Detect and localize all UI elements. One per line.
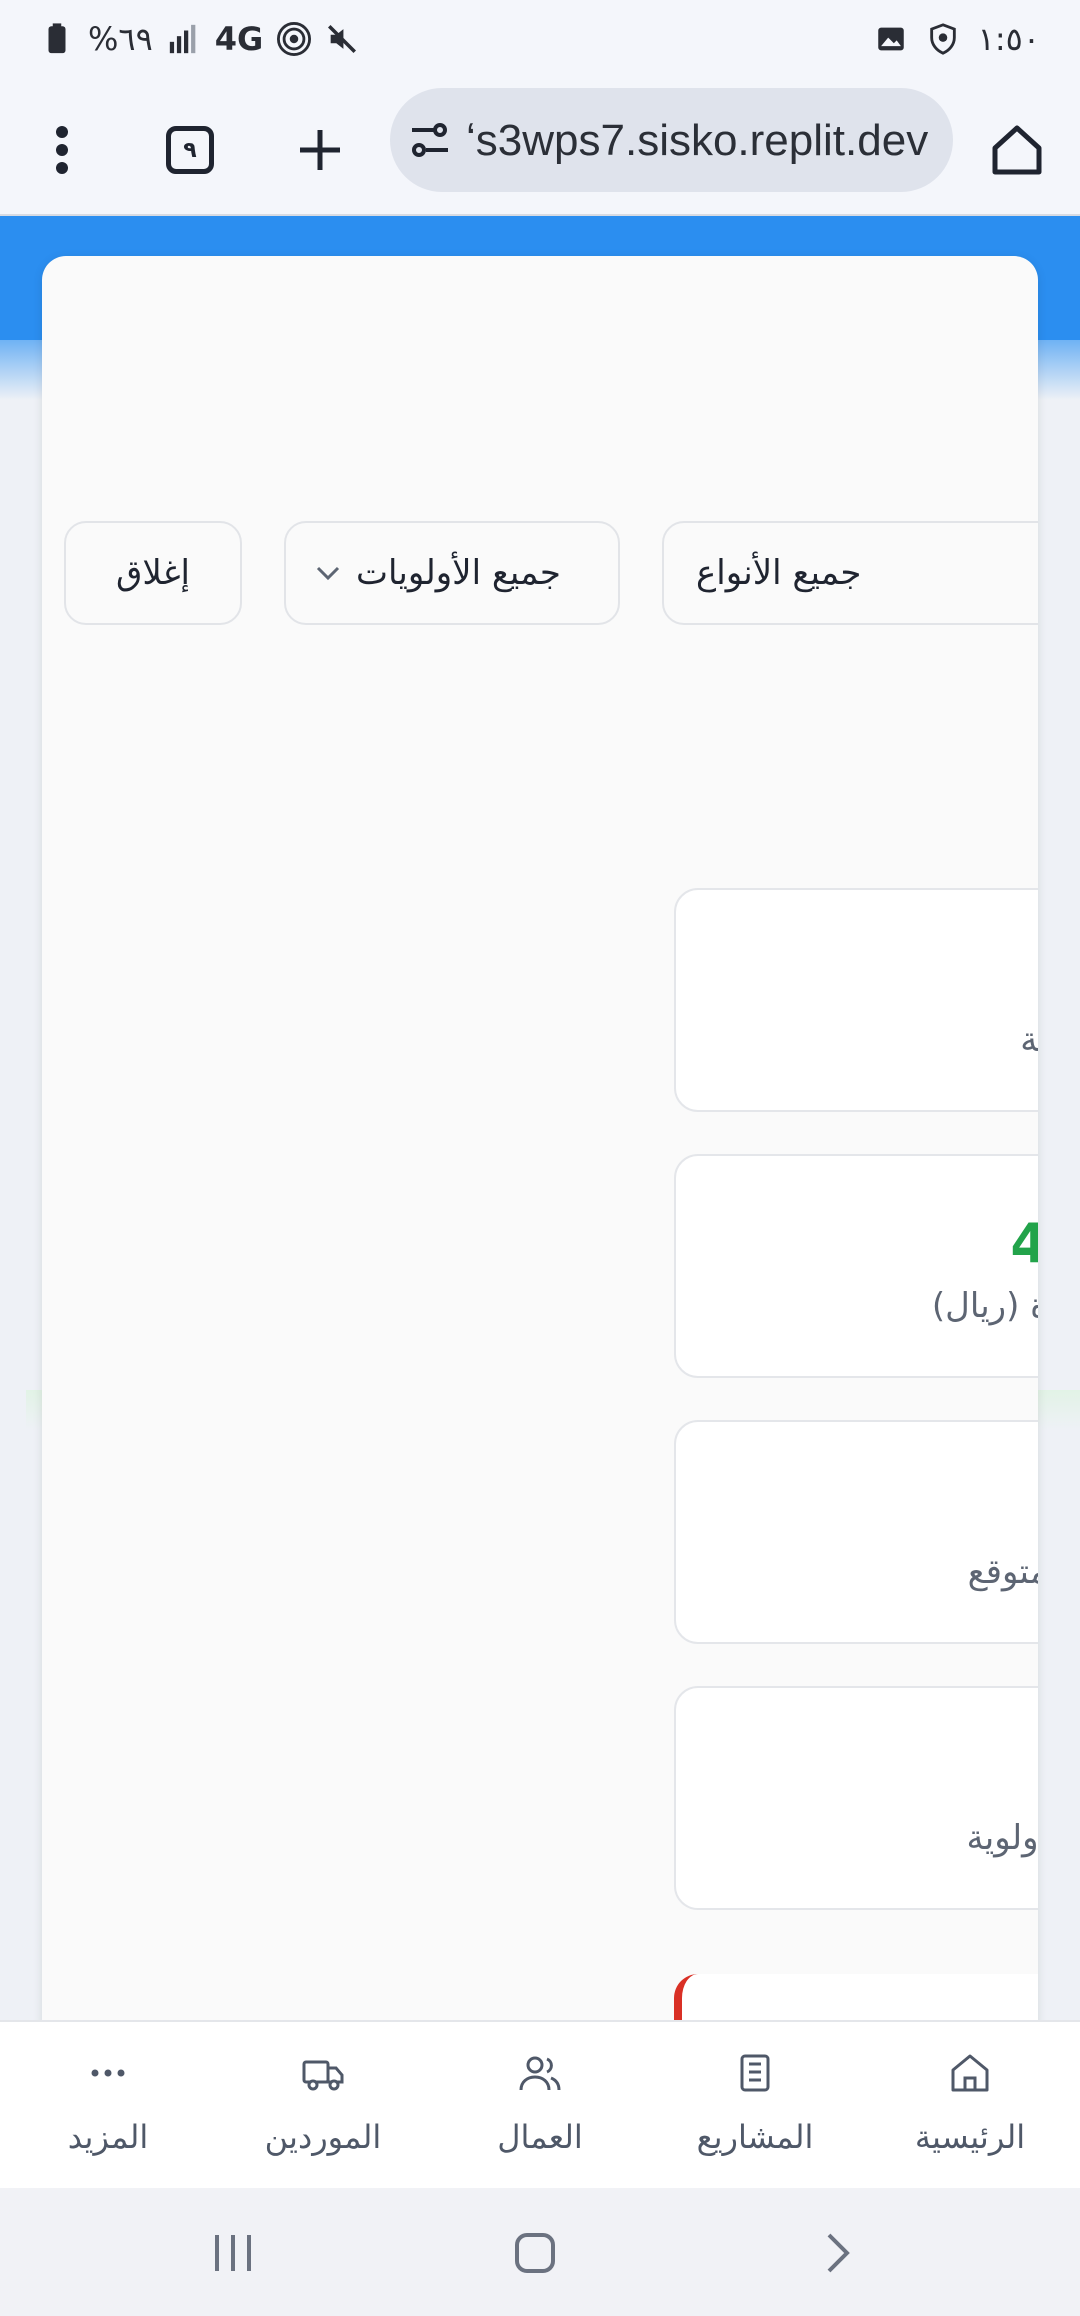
home-system-button[interactable] xyxy=(500,2218,570,2288)
nav-projects[interactable]: المشاريع xyxy=(685,2022,825,2190)
nav-home[interactable]: الرئيسية xyxy=(900,2022,1040,2190)
close-button[interactable]: إغلاق xyxy=(64,521,242,625)
priority-select[interactable]: جميع الأولويات xyxy=(284,521,620,625)
battery-icon xyxy=(48,23,66,54)
browser-toolbar: ٩ ʻs3wps7.sisko.replit.dev xyxy=(0,84,1080,216)
signal-icon xyxy=(169,24,196,54)
mute-icon xyxy=(328,24,357,54)
type-select[interactable]: جميع الأنواع xyxy=(662,521,1038,625)
browser-menu-button[interactable] xyxy=(22,110,102,190)
nav-label: العمال xyxy=(497,2118,583,2156)
stat-card: بة xyxy=(674,888,1038,1112)
stat-card: متوقع xyxy=(674,1420,1038,1644)
nav-workers[interactable]: العمال xyxy=(470,2022,610,2190)
battery-level: %٦٩ xyxy=(88,20,153,58)
nav-label: الرئيسية xyxy=(914,2118,1026,2156)
chevron-right-icon xyxy=(827,2233,850,2273)
edge-overlay xyxy=(996,0,1080,2316)
stat-card: 4 ة (ريال) xyxy=(674,1154,1038,1378)
recent-apps-button[interactable] xyxy=(198,2218,268,2288)
status-bar: %٦٩ 4G ١:٥٠ xyxy=(0,0,1080,84)
plus-icon xyxy=(300,130,340,170)
stat-card: أولوية xyxy=(674,1686,1038,1910)
priority-select-label: جميع الأولويات xyxy=(356,553,561,593)
chevron-down-icon xyxy=(316,566,340,581)
back-button[interactable] xyxy=(802,2218,872,2288)
nav-suppliers[interactable]: الموردين xyxy=(253,2022,393,2190)
bottom-navigation: الرئيسية المشاريع العمال الموردين المزيد xyxy=(0,2020,1080,2188)
tabs-button[interactable]: ٩ xyxy=(150,110,230,190)
more-icon xyxy=(91,2069,125,2077)
network-type: 4G xyxy=(214,20,264,58)
filter-modal: إغلاق جميع الأولويات جميع الأنواع بة 4 ة… xyxy=(42,256,1038,2026)
more-vertical-icon xyxy=(56,126,68,174)
users-icon xyxy=(519,2056,561,2091)
recents-icon xyxy=(215,2235,251,2271)
truck-icon xyxy=(302,2060,344,2091)
address-bar[interactable]: ʻs3wps7.sisko.replit.dev xyxy=(390,88,953,192)
nav-label: المزيد xyxy=(67,2118,149,2156)
hotspot-icon xyxy=(277,22,312,56)
url-text: ʻs3wps7.sisko.replit.dev xyxy=(466,116,929,165)
site-settings-icon[interactable] xyxy=(408,118,452,162)
home-square-icon xyxy=(515,2233,555,2273)
system-navigation xyxy=(0,2188,1080,2316)
nav-label: الموردين xyxy=(264,2118,382,2156)
tab-count: ٩ xyxy=(183,137,197,163)
shield-icon xyxy=(929,23,956,55)
nav-label: المشاريع xyxy=(696,2118,814,2156)
new-tab-button[interactable] xyxy=(280,110,360,190)
alert-card xyxy=(674,1974,1038,2026)
type-select-label: جميع الأنواع xyxy=(696,553,862,593)
tabs-icon: ٩ xyxy=(166,126,214,174)
gallery-icon xyxy=(877,27,904,51)
building-icon xyxy=(740,2054,770,2092)
home-icon xyxy=(951,2054,989,2092)
status-left: %٦٩ 4G xyxy=(40,20,359,58)
nav-more[interactable]: المزيد xyxy=(38,2022,178,2190)
